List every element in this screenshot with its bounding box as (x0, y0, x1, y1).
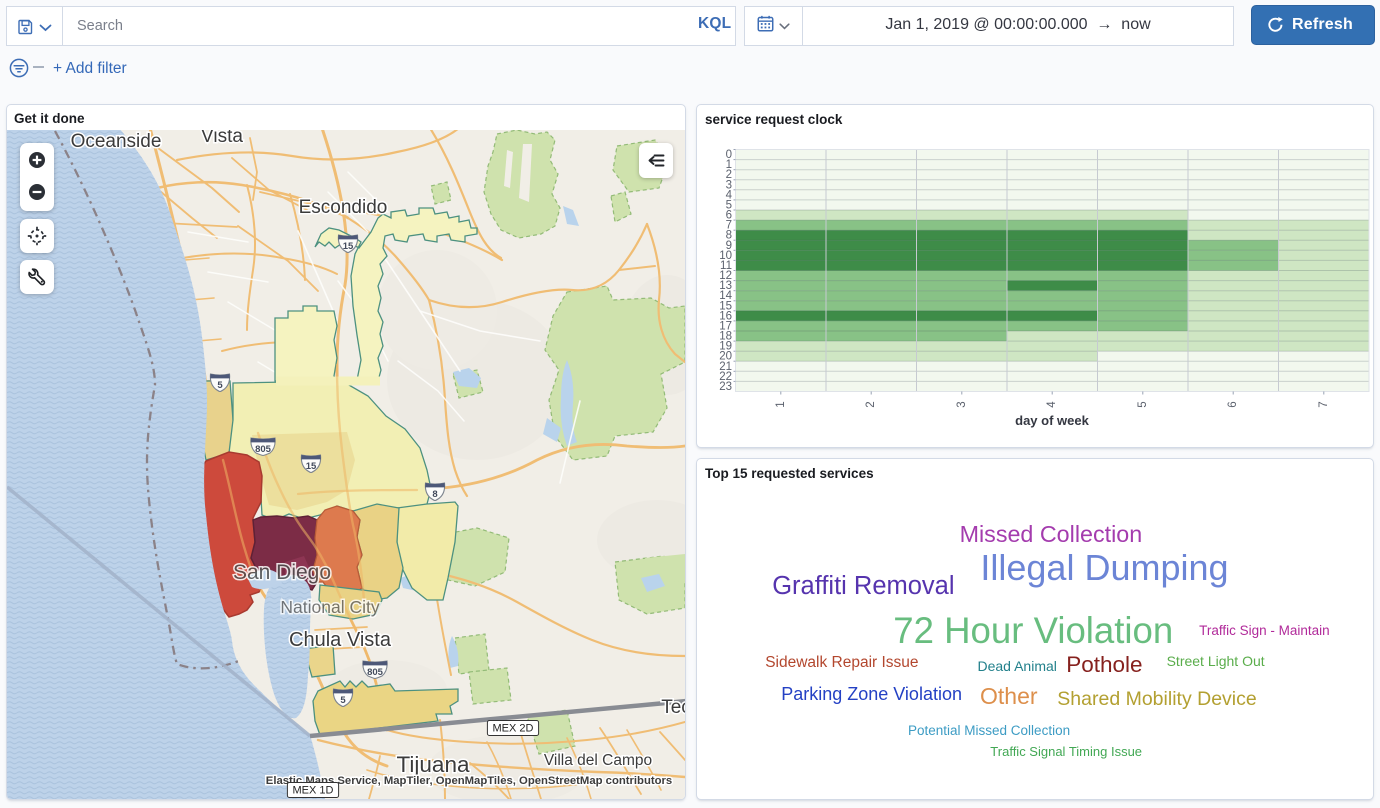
svg-text:National City: National City (280, 597, 379, 617)
svg-text:805: 805 (367, 667, 384, 678)
svg-text:2: 2 (865, 401, 877, 407)
svg-text:MEX 1D: MEX 1D (293, 785, 334, 797)
svg-text:1: 1 (775, 401, 787, 407)
svg-text:Chula Vista: Chula Vista (289, 629, 392, 651)
svg-text:Tijuana: Tijuana (397, 752, 470, 777)
svg-text:7: 7 (1318, 401, 1330, 407)
svg-text:3: 3 (956, 401, 968, 407)
svg-text:805: 805 (255, 444, 272, 455)
svg-text:5: 5 (217, 380, 223, 391)
svg-text:23: 23 (719, 381, 732, 393)
svg-text:8: 8 (432, 489, 437, 500)
svg-text:15: 15 (343, 241, 354, 252)
svg-text:Escondido: Escondido (299, 197, 388, 218)
svg-text:MEX 2D: MEX 2D (493, 723, 534, 735)
svg-text:day of week: day of week (1015, 413, 1089, 428)
svg-text:Tec: Tec (661, 697, 685, 718)
svg-text:5: 5 (1137, 401, 1149, 407)
svg-text:4: 4 (1046, 401, 1058, 408)
svg-text:Oceanside: Oceanside (71, 131, 162, 152)
svg-text:San Diego: San Diego (233, 561, 331, 584)
svg-text:15: 15 (306, 461, 317, 472)
svg-text:6: 6 (1227, 401, 1239, 407)
svg-text:5: 5 (340, 695, 346, 706)
svg-text:Villa del Campo: Villa del Campo (544, 752, 652, 769)
svg-text:Vista: Vista (201, 130, 243, 147)
